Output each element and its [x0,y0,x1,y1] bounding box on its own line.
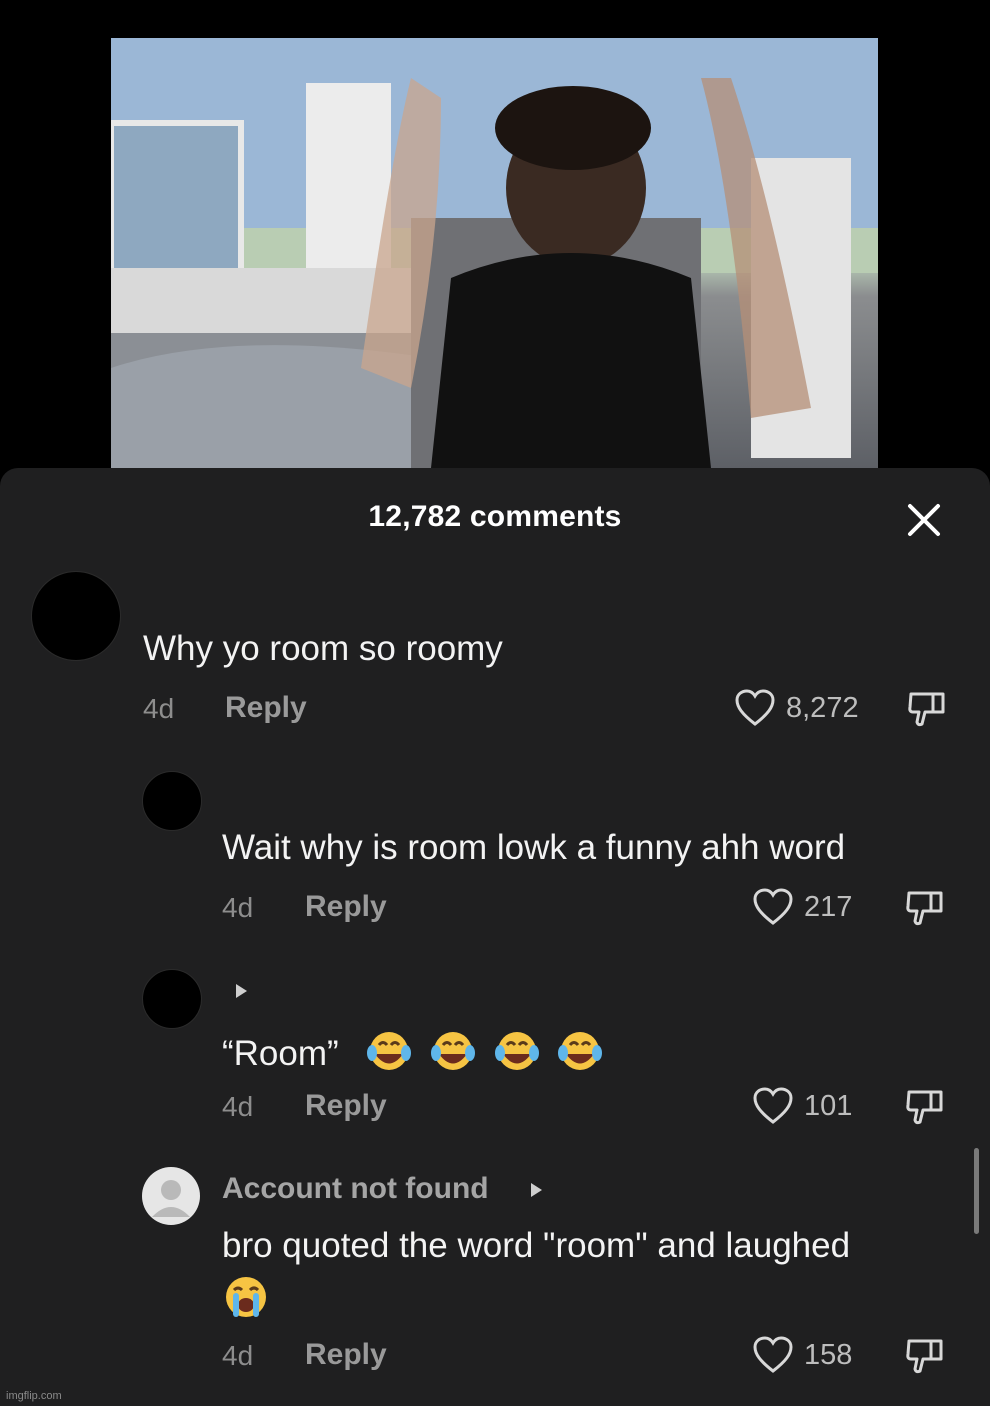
heart-icon [753,888,793,925]
reply-to-arrow-icon [531,1183,542,1197]
reply-button[interactable]: Reply [305,1089,387,1123]
dislike-icon[interactable] [905,688,949,732]
comment-text: Why yo room so roomy [143,629,503,668]
like-button[interactable]: 8,272 [734,688,859,728]
avatar[interactable] [142,969,202,1029]
dislike-icon[interactable] [903,1335,947,1379]
video-thumbnail[interactable] [111,38,878,468]
comments-count-title: 12,782 comments [368,500,622,533]
comment-text: “Room” [222,1027,611,1074]
scrollbar[interactable] [974,1148,979,1234]
reply-to-arrow-icon [236,984,247,998]
heart-icon [753,1087,793,1124]
comment-timestamp: 4d [222,1340,254,1371]
laughing-crying-emoji-icon [367,1032,412,1070]
reply-button[interactable]: Reply [305,1338,387,1372]
like-button[interactable]: 101 [752,1086,852,1126]
close-icon[interactable] [904,500,944,540]
comment-text-content: “Room” [222,1034,339,1073]
heart-icon [753,1336,793,1373]
like-button[interactable]: 158 [752,1335,852,1375]
heart-icon [735,689,775,726]
laughing-crying-emoji-icon [558,1032,603,1070]
dislike-icon[interactable] [903,1086,947,1130]
like-count: 101 [804,1089,853,1122]
like-count: 158 [804,1338,853,1371]
comment-timestamp: 4d [143,693,175,724]
like-button[interactable]: 217 [752,887,852,927]
watermark: imgflip.com [6,1390,62,1402]
dislike-icon[interactable] [903,887,947,931]
reply-button[interactable]: Reply [305,890,387,924]
username[interactable]: Account not found [222,1172,489,1206]
comment-text: Wait why is room lowk a funny ahh word [222,828,846,867]
like-count: 217 [804,890,853,923]
comment-timestamp: 4d [222,1091,254,1122]
reply-button[interactable]: Reply [225,691,307,725]
loudly-crying-emoji-icon [226,1277,266,1317]
comment-timestamp: 4d [222,892,254,923]
comment-text: bro quoted the word "room" and laughed [222,1226,851,1265]
avatar[interactable] [142,771,202,831]
video-frame-illustration [111,38,878,468]
like-count: 8,272 [786,691,859,724]
avatar[interactable] [31,571,121,661]
laughing-crying-emoji-icon [430,1032,475,1070]
default-avatar-icon[interactable] [142,1167,200,1225]
laughing-crying-emoji-icon [494,1032,539,1070]
